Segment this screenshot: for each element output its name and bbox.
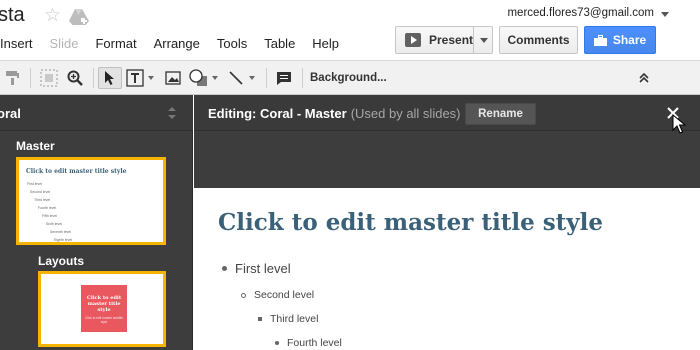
master-heading: Master: [16, 139, 55, 153]
toolbar: Background...: [0, 60, 700, 95]
comments-button[interactable]: Comments: [499, 26, 578, 54]
share-label: Share: [612, 33, 647, 47]
menu-help[interactable]: Help: [312, 36, 339, 54]
layout-thumbnail-title[interactable]: Click to edit master title style Click t…: [38, 271, 166, 347]
menu-bar: Insert Slide Format Arrange Tools Table …: [0, 36, 356, 54]
coral-title-block: Click to edit master title style Click t…: [81, 285, 127, 332]
menu-slide: Slide: [49, 36, 79, 51]
toolbar-divider: [30, 68, 31, 88]
play-icon: [405, 33, 421, 47]
body-level-3[interactable]: Third level: [258, 313, 318, 325]
document-title[interactable]: sta: [0, 4, 25, 27]
cursor-tool-icon[interactable]: [98, 67, 122, 89]
body-level-1[interactable]: First level: [222, 261, 291, 276]
master-slide[interactable]: Click to edit master title style First l…: [194, 188, 700, 350]
present-options-chevron-icon[interactable]: [480, 38, 488, 43]
account-email[interactable]: merced.flores73@gmail.com: [507, 7, 654, 19]
thumb-master-levels: First level Second level Third level Fou…: [27, 182, 73, 242]
editing-master-bar: Editing: Coral - Master (Used by all slid…: [194, 95, 700, 131]
rename-button[interactable]: Rename: [465, 103, 536, 125]
background-button[interactable]: Background...: [310, 72, 387, 84]
theme-name: oral: [0, 106, 21, 121]
share-button[interactable]: Share: [584, 26, 656, 54]
present-divider: [473, 27, 474, 53]
layouts-heading: Layouts: [38, 254, 85, 268]
bullet-hollow-icon: [241, 292, 246, 298]
chevron-down-icon[interactable]: [661, 12, 669, 17]
collapse-toolbar-icon[interactable]: [633, 67, 655, 89]
present-label: Present: [429, 33, 474, 47]
menu-arrange[interactable]: Arrange: [154, 36, 200, 54]
menu-tools[interactable]: Tools: [217, 36, 247, 54]
zoom-icon[interactable]: [64, 67, 86, 89]
menu-format[interactable]: Format: [95, 36, 136, 54]
paint-format-icon[interactable]: [2, 67, 24, 89]
slide-canvas: Click to edit master title style First l…: [194, 131, 700, 350]
present-button[interactable]: Present: [395, 26, 493, 54]
thumb-master-title: Click to edit master title style: [26, 168, 127, 175]
shape-icon[interactable]: [186, 67, 220, 89]
editing-master-scope: (Used by all slides): [350, 106, 461, 121]
line-icon[interactable]: [224, 67, 258, 89]
master-layout-panel: oral Master Click to edit master title s…: [0, 95, 193, 350]
editing-master-name: Editing: Coral - Master: [208, 106, 347, 121]
menu-table[interactable]: Table: [264, 36, 295, 54]
master-thumbnail[interactable]: Click to edit master title style First l…: [16, 157, 166, 245]
bullet-filled-icon: [275, 341, 279, 345]
header: sta ☆ merced.flores73@gmail.com Insert S…: [0, 0, 700, 60]
mouse-pointer-icon: [672, 114, 686, 134]
toolbar-divider: [302, 68, 303, 88]
comment-icon[interactable]: [272, 67, 296, 89]
star-icon[interactable]: ☆: [44, 6, 61, 25]
toolbar-divider: [266, 68, 267, 88]
theme-select-arrows-icon[interactable]: [168, 107, 176, 119]
editing-title: Editing: Coral - Master (Used by all slid…: [208, 106, 461, 121]
text-box-icon[interactable]: [124, 67, 156, 89]
body-level-4[interactable]: Fourth level: [275, 337, 342, 349]
slide-title-placeholder[interactable]: Click to edit master title style: [218, 209, 603, 236]
select-layout-icon[interactable]: [37, 67, 61, 89]
image-icon[interactable]: [162, 67, 184, 89]
body-level-2[interactable]: Second level: [241, 289, 314, 301]
toolbar-divider: [93, 68, 94, 88]
theme-panel-header: oral: [0, 95, 193, 131]
share-icon: [593, 34, 607, 46]
drive-icon[interactable]: [69, 9, 89, 25]
menu-insert[interactable]: Insert: [0, 36, 33, 54]
bullet-filled-icon: [222, 266, 227, 271]
bullet-square-icon: [258, 317, 262, 321]
